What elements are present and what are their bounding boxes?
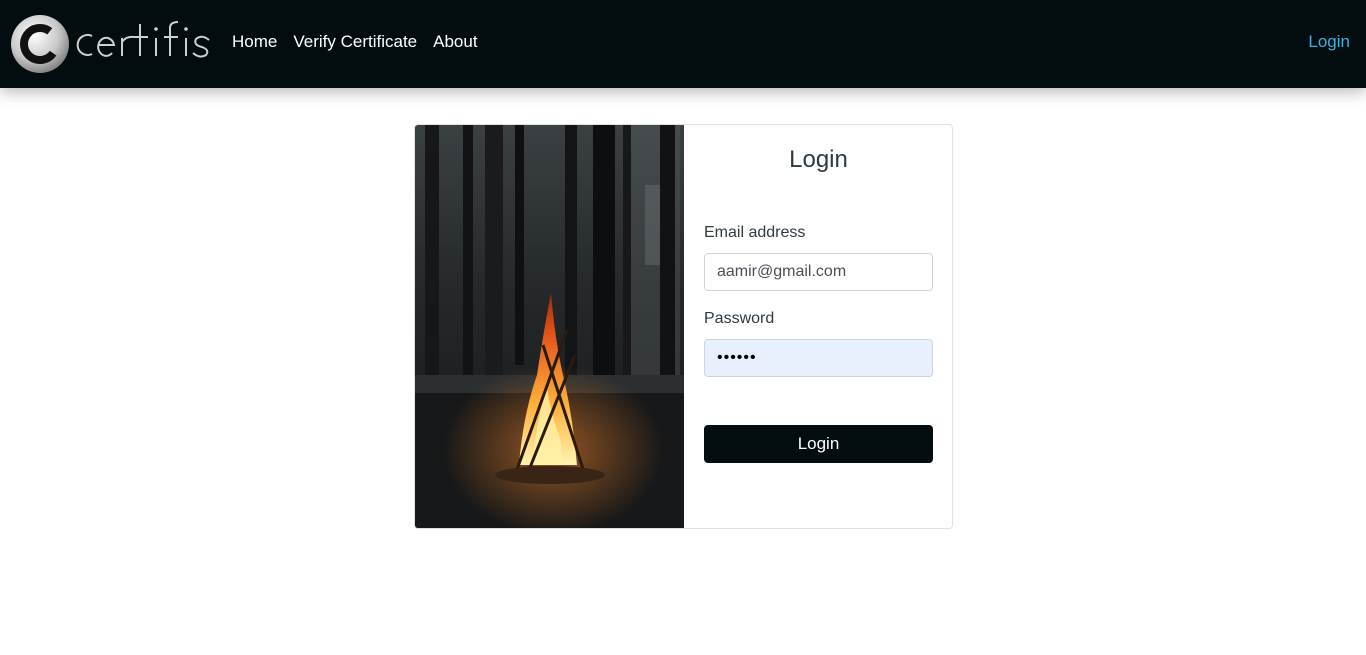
certifis-logo[interactable]	[10, 12, 210, 76]
email-label: Email address	[704, 224, 806, 241]
email-input[interactable]	[704, 253, 933, 291]
nav-home-link[interactable]: Home	[232, 32, 277, 52]
login-form: Login Email address Password Login	[704, 125, 933, 528]
nav-links: Home Verify Certificate About	[232, 32, 494, 52]
password-label: Password	[704, 310, 775, 327]
nav-verify-certificate-link[interactable]: Verify Certificate	[293, 32, 417, 52]
login-card: Login Email address Password Login	[414, 124, 953, 529]
nav-login-link[interactable]: Login	[1308, 32, 1350, 52]
nav-about-link[interactable]: About	[433, 32, 477, 52]
login-title: Login	[789, 146, 848, 173]
login-submit-button[interactable]: Login	[704, 425, 933, 463]
navbar: Home Verify Certificate About Login	[0, 0, 1366, 88]
campfire-forest-image	[415, 125, 684, 528]
password-input[interactable]	[704, 339, 933, 377]
